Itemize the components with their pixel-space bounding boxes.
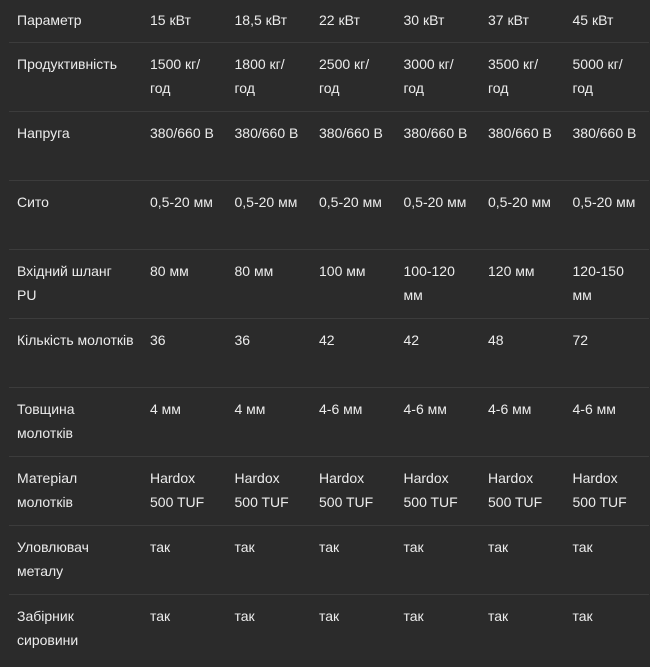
- row-label: Кількість молотків: [9, 318, 142, 388]
- table-header-row: Параметр 15 кВт 18,5 кВт 22 кВт 30 кВт 3…: [9, 0, 649, 43]
- table-cell: 0,5-20 мм: [564, 180, 649, 250]
- table-cell: 5000 кг/год: [564, 42, 649, 112]
- table-cell: 120 мм: [480, 249, 565, 319]
- table-cell: так: [480, 525, 565, 595]
- table-row: Напруга 380/660 В 380/660 В 380/660 В 38…: [9, 111, 649, 181]
- table-cell: 0,5-20 мм: [311, 180, 396, 250]
- table-cell: так: [564, 525, 649, 595]
- table-cell: так: [150, 607, 171, 624]
- table-cell: 0,5-20 мм: [480, 180, 565, 250]
- table-row: Товщина молотків 4 мм 4 мм 4-6 мм 4-6 мм…: [9, 387, 649, 457]
- table-cell: 3000 кг/год: [395, 42, 480, 112]
- header-cell: 37 кВт: [480, 0, 565, 43]
- header-cell: 45 кВт: [564, 0, 649, 43]
- table-cell: 42: [311, 318, 396, 388]
- table-row: Кількість молотків 36 36 42 42 48 72: [9, 318, 649, 388]
- table-cell: 4-6 мм: [564, 387, 649, 457]
- row-label: Забірник сировини: [17, 607, 79, 649]
- table-cell: 4 мм: [142, 387, 227, 457]
- specs-table: Параметр 15 кВт 18,5 кВт 22 кВт 30 кВт 3…: [9, 0, 649, 666]
- table-cell: 0,5-20 мм: [142, 180, 227, 250]
- table-row: Продуктивність 1500 кг/год 1800 кг/год 2…: [9, 42, 649, 112]
- row-label: Напруга: [9, 111, 142, 181]
- table-cell: 380/660 В: [311, 111, 396, 181]
- table-cell: 48: [480, 318, 565, 388]
- table-cell: 36: [142, 318, 227, 388]
- table-cell: так: [226, 525, 311, 595]
- table-cell: 80 мм: [142, 249, 227, 319]
- table-cell: 0,5-20 мм: [226, 180, 311, 250]
- header-cell: 15 кВт: [142, 0, 227, 43]
- table-cell: Hardox 500 TUF: [226, 456, 311, 526]
- table-row: Забірник сировини так так так так так та…: [9, 594, 649, 666]
- table-cell: 380/660 В: [564, 111, 649, 181]
- table-cell: 120-150 мм: [564, 249, 649, 319]
- table-cell: 1800 кг/год: [226, 42, 311, 112]
- table-cell: 36: [226, 318, 311, 388]
- table-cell: так: [234, 607, 255, 624]
- table-cell: так: [395, 525, 480, 595]
- table-cell: 380/660 В: [480, 111, 565, 181]
- table-cell: 42: [395, 318, 480, 388]
- table-cell: 4-6 мм: [395, 387, 480, 457]
- table-cell: так: [311, 525, 396, 595]
- row-label: Матеріал молотків: [9, 456, 142, 526]
- table-cell: 2500 кг/год: [311, 42, 396, 112]
- row-label: Продуктивність: [9, 42, 142, 112]
- table-cell: так: [572, 607, 593, 624]
- table-cell: 80 мм: [226, 249, 311, 319]
- table-cell: Hardox 500 TUF: [311, 456, 396, 526]
- table-cell: так: [319, 607, 340, 624]
- table-row: Матеріал молотків Hardox 500 TUF Hardox …: [9, 456, 649, 526]
- table-cell: Hardox 500 TUF: [564, 456, 649, 526]
- table-cell: 4 мм: [226, 387, 311, 457]
- header-cell: Параметр: [9, 0, 142, 43]
- table-cell: так: [142, 525, 227, 595]
- table-cell: 380/660 В: [395, 111, 480, 181]
- specs-table-body: Параметр 15 кВт 18,5 кВт 22 кВт 30 кВт 3…: [9, 0, 649, 666]
- table-cell: 1500 кг/год: [142, 42, 227, 112]
- header-cell: 22 кВт: [311, 0, 396, 43]
- table-row: Уловлювач металу так так так так так так: [9, 525, 649, 595]
- table-cell: 3500 кг/год: [480, 42, 565, 112]
- table-cell: 380/660 В: [226, 111, 311, 181]
- table-row: Сито 0,5-20 мм 0,5-20 мм 0,5-20 мм 0,5-2…: [9, 180, 649, 250]
- table-cell: Hardox 500 TUF: [395, 456, 480, 526]
- header-cell: 30 кВт: [395, 0, 480, 43]
- table-cell: Hardox 500 TUF: [142, 456, 227, 526]
- table-cell: так: [488, 607, 509, 624]
- table-cell: 4-6 мм: [311, 387, 396, 457]
- row-label: Вхідний шланг PU: [9, 249, 142, 319]
- table-cell: 100-120 мм: [395, 249, 480, 319]
- table-cell: так: [403, 607, 424, 624]
- header-cell: 18,5 кВт: [226, 0, 311, 43]
- table-cell: 380/660 В: [142, 111, 227, 181]
- row-label: Товщина молотків: [9, 387, 142, 457]
- table-cell: 72: [564, 318, 649, 388]
- table-cell: 0,5-20 мм: [395, 180, 480, 250]
- table-cell: 100 мм: [311, 249, 396, 319]
- table-cell: 4-6 мм: [480, 387, 565, 457]
- table-cell: Hardox 500 TUF: [480, 456, 565, 526]
- table-row: Вхідний шланг PU 80 мм 80 мм 100 мм 100-…: [9, 249, 649, 319]
- row-label: Уловлювач металу: [9, 525, 142, 595]
- row-label: Сито: [9, 180, 142, 250]
